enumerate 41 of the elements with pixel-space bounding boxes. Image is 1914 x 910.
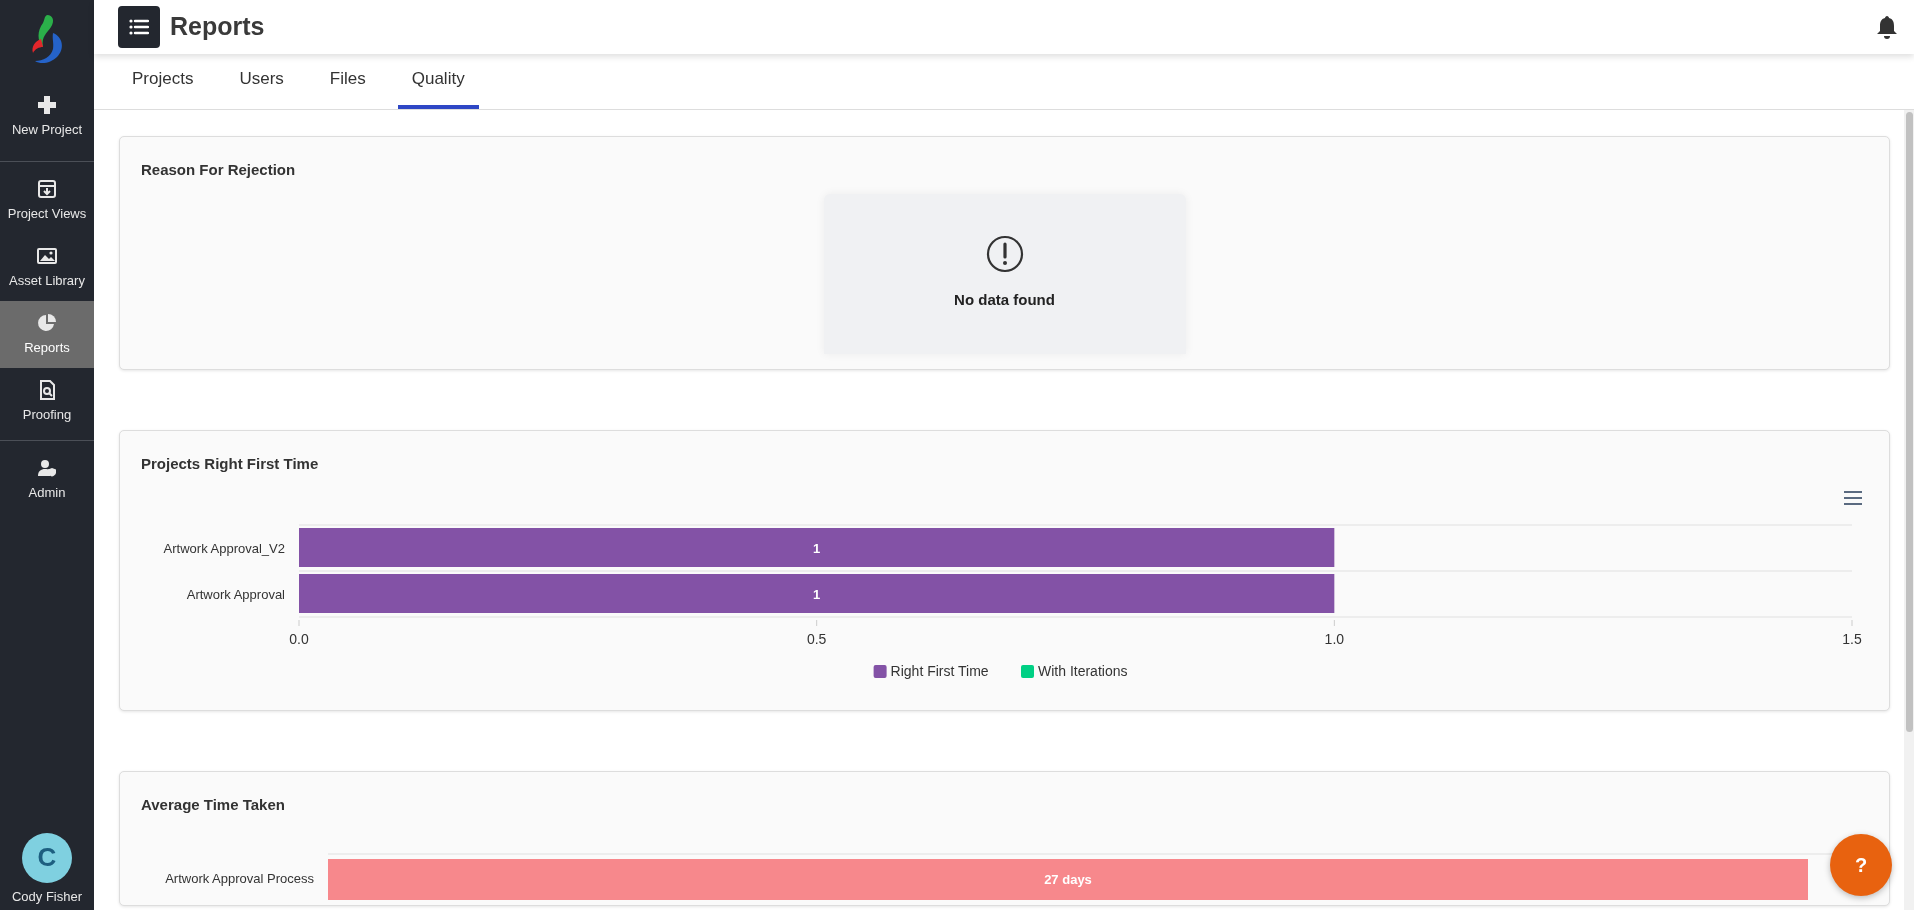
chart-menu-icon[interactable] — [1843, 491, 1863, 506]
sidebar-item[interactable]: Admin — [0, 446, 94, 513]
category-label: Artwork Approval Process — [165, 870, 314, 886]
legend-swatch — [1021, 665, 1034, 679]
axis-tick-label: 1.5 — [1842, 631, 1862, 648]
empty-message: No data found — [954, 290, 1055, 311]
category-label: Artwork Approval_V2 — [163, 541, 285, 557]
plus-icon — [36, 94, 58, 117]
category-label: Artwork Approval — [186, 587, 285, 603]
sidebar-item[interactable]: Project Views — [0, 167, 94, 234]
axis-tick-label: 0.0 — [289, 631, 309, 648]
user-avatar[interactable]: C — [22, 832, 72, 883]
axis-tick-label: 1.0 — [1324, 631, 1345, 648]
bar-value-label: 27 days — [1044, 871, 1092, 887]
sidebar-item[interactable]: New Project — [0, 78, 94, 156]
tab[interactable]: Files — [315, 53, 380, 110]
card-title: Average Time Taken — [140, 795, 286, 816]
sidebar-item[interactable]: Proofing — [0, 368, 94, 435]
legend-label[interactable]: Right First Time — [890, 663, 989, 680]
user-name: Cody Fisher — [11, 887, 83, 906]
sidebar-item[interactable]: Reports — [0, 301, 94, 368]
pie-chart-icon — [36, 311, 58, 334]
notification-bell-icon[interactable] — [1876, 15, 1898, 40]
tab[interactable]: Users — [225, 53, 298, 110]
page-title: Reports — [170, 11, 265, 43]
tab[interactable]: Quality — [397, 53, 479, 110]
sidebar-item[interactable]: Asset Library — [0, 234, 94, 301]
legend-swatch — [873, 665, 887, 679]
tab[interactable]: Projects — [118, 53, 208, 110]
card-title: Projects Right First Time — [140, 453, 320, 474]
legend-label[interactable]: With Iterations — [1038, 663, 1128, 680]
bar-value-label: 1 — [813, 540, 821, 556]
bar-value-label: 1 — [813, 586, 821, 602]
axis-tick-label: 0.5 — [806, 631, 827, 648]
menu-icon — [129, 19, 149, 36]
scrollbar-thumb[interactable] — [1905, 112, 1913, 733]
card-title: Reason For Rejection — [140, 160, 297, 181]
menu-button[interactable] — [118, 6, 160, 49]
archive-box-icon — [36, 177, 58, 200]
scrollbar[interactable] — [1904, 110, 1914, 910]
exclamation-circle-icon — [985, 235, 1024, 274]
